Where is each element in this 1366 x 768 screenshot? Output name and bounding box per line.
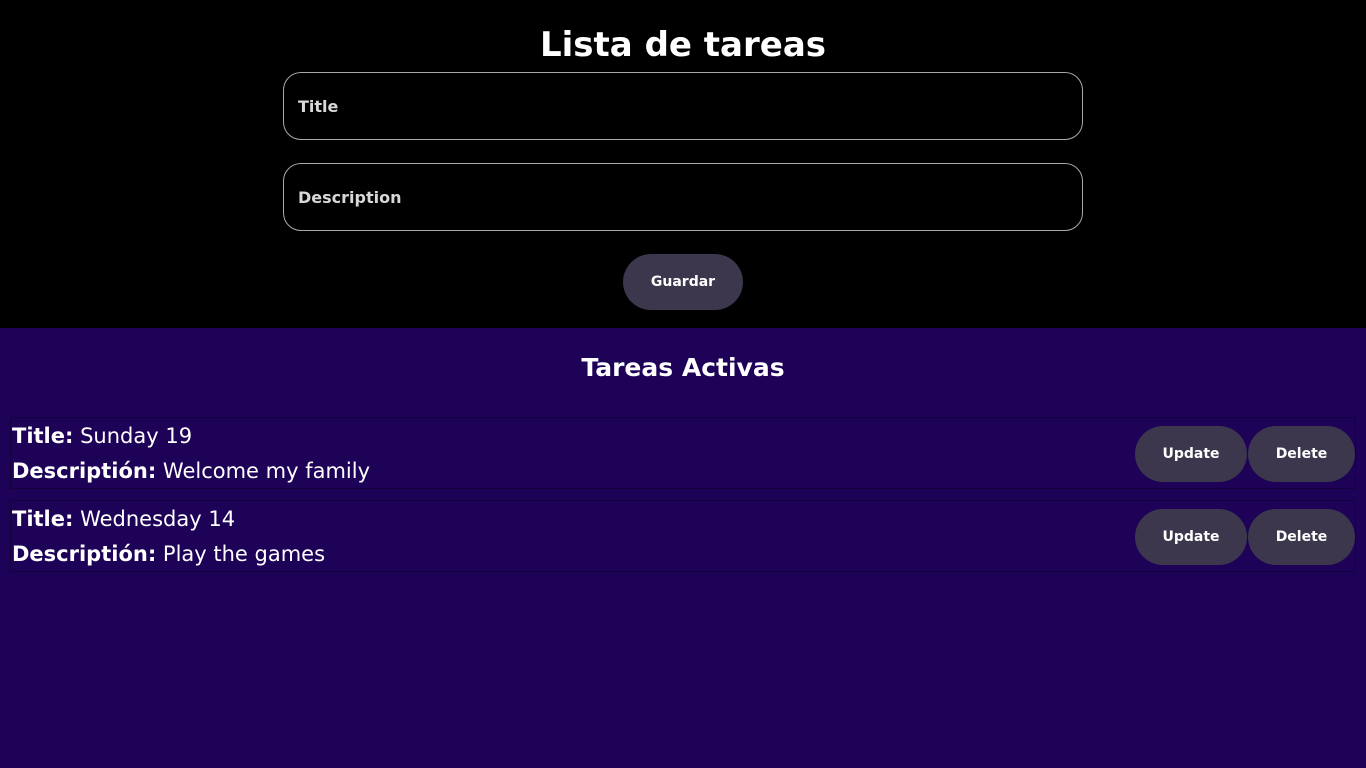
update-button[interactable]: Update [1135, 509, 1247, 565]
task-description-line: Descriptión: Play the games [12, 540, 325, 568]
delete-button[interactable]: Delete [1248, 509, 1355, 565]
task-description-label: Descriptión: [12, 459, 157, 483]
delete-button[interactable]: Delete [1248, 426, 1355, 482]
active-tasks-title: Tareas Activas [581, 353, 785, 382]
task-form-section: Lista de tareas Guardar [0, 0, 1366, 328]
description-input[interactable] [283, 163, 1083, 231]
update-button[interactable]: Update [1135, 426, 1247, 482]
task-title-value: Sunday 19 [80, 424, 193, 448]
task-title-value: Wednesday 14 [80, 507, 236, 531]
task-description-value: Welcome my family [162, 459, 371, 483]
title-input[interactable] [283, 72, 1083, 140]
save-button[interactable]: Guardar [623, 254, 743, 310]
task-title-line: Title: Wednesday 14 [12, 505, 235, 533]
task-item: Title: Wednesday 14 Descriptión: Play th… [10, 500, 1356, 572]
task-description-label: Descriptión: [12, 542, 157, 566]
task-description-value: Play the games [162, 542, 326, 566]
task-description-line: Descriptión: Welcome my family [12, 457, 370, 485]
task-title-line: Title: Sunday 19 [12, 422, 192, 450]
task-title-label: Title: [12, 507, 74, 531]
task-list: Title: Sunday 19 Descriptión: Welcome my… [10, 417, 1356, 583]
page-title: Lista de tareas [539, 25, 827, 65]
task-title-label: Title: [12, 424, 74, 448]
task-item: Title: Sunday 19 Descriptión: Welcome my… [10, 417, 1356, 489]
